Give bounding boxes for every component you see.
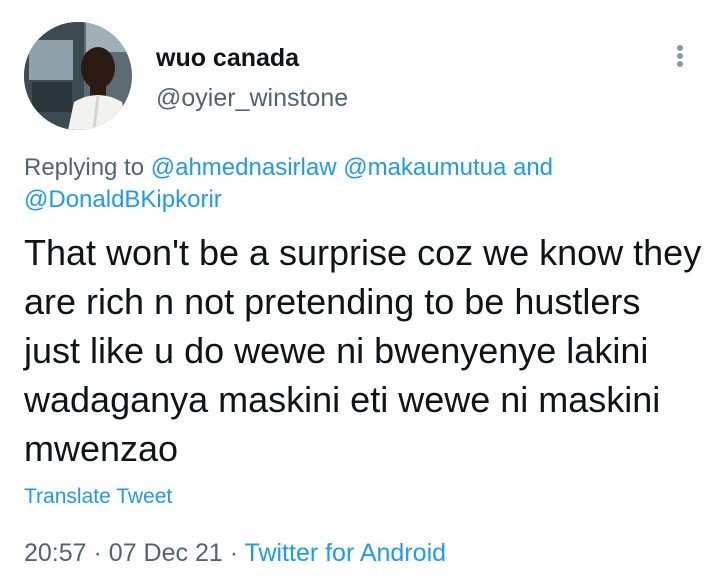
more-vertical-icon (677, 61, 683, 67)
user-handle[interactable]: @oyier_winstone (156, 84, 348, 113)
more-vertical-icon (677, 53, 683, 59)
more-vertical-icon (677, 45, 683, 51)
display-name[interactable]: wuo canada (156, 44, 299, 73)
mention-link[interactable]: @ahmednasirlaw (151, 154, 337, 181)
replying-to: Replying to @ahmednasirlaw @makaumutua a… (24, 152, 684, 216)
translate-tweet-button[interactable]: Translate Tweet (24, 485, 172, 509)
meta-separator: · (93, 539, 102, 567)
avatar[interactable] (24, 22, 132, 130)
tweet-source-link[interactable]: Twitter for Android (245, 539, 446, 567)
replying-to-label: Replying to (24, 154, 145, 181)
tweet-metadata: 20:57 · 07 Dec 21 · Twitter for Android (24, 539, 446, 568)
mention-link[interactable]: @makaumutua (343, 154, 506, 181)
avatar-photo (24, 22, 132, 130)
tweet-date[interactable]: 07 Dec 21 (109, 539, 223, 567)
tweet-time[interactable]: 20:57 (24, 539, 87, 567)
replying-to-conjunction: and (512, 154, 554, 181)
more-options-button[interactable] (664, 36, 696, 76)
mention-link[interactable]: @DonaldBKipkorir (24, 186, 222, 213)
tweet-text: That won't be a surprise coz we know the… (24, 232, 702, 469)
meta-separator: · (229, 539, 239, 567)
